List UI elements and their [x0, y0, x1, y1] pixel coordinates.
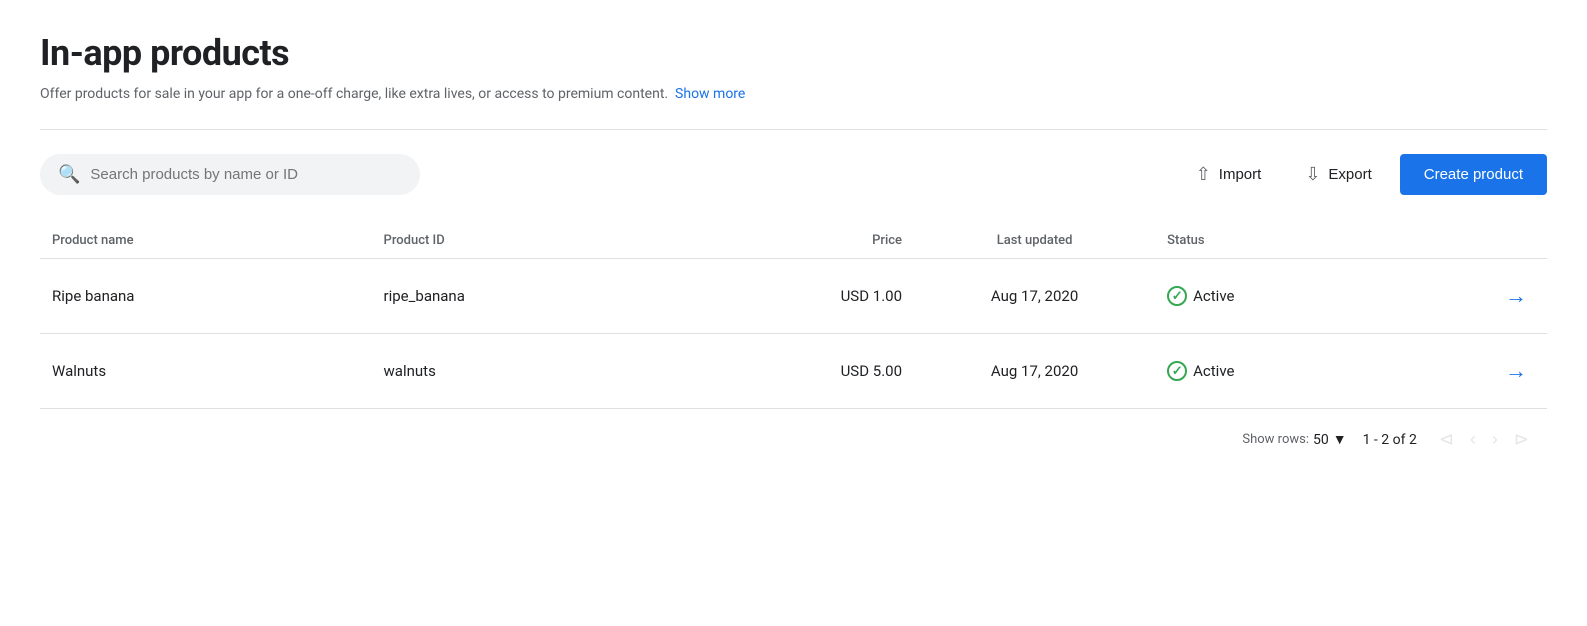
import-label: Import — [1219, 166, 1262, 183]
cell-price-0: USD 1.00 — [703, 259, 914, 334]
status-active-icon-0: ✓ — [1167, 286, 1187, 306]
cell-updated-1: Aug 17, 2020 — [914, 334, 1155, 409]
pagination-buttons: ⊲ ‹ › ⊳ — [1433, 425, 1535, 454]
rows-count: 50 — [1313, 432, 1329, 448]
cell-action-1: → — [1396, 334, 1547, 409]
cell-status-0: ✓ Active — [1155, 259, 1396, 334]
col-header-id: Product ID — [372, 223, 704, 259]
table-row: Ripe banana ripe_banana USD 1.00 Aug 17,… — [40, 259, 1547, 334]
status-label-1: Active — [1193, 362, 1234, 380]
pagination-info: 1 - 2 of 2 — [1363, 432, 1417, 448]
create-product-button[interactable]: Create product — [1400, 154, 1547, 195]
export-label: Export — [1328, 166, 1371, 183]
show-more-link[interactable]: Show more — [675, 86, 745, 102]
products-table: Product name Product ID Price Last updat… — [40, 223, 1547, 409]
toolbar: 🔍 ⇧ Import ⇩ Export Create product — [40, 154, 1547, 195]
next-page-button[interactable]: › — [1486, 425, 1504, 454]
import-button[interactable]: ⇧ Import — [1180, 154, 1278, 195]
cell-updated-0: Aug 17, 2020 — [914, 259, 1155, 334]
page-subtitle: Offer products for sale in your app for … — [40, 84, 1547, 105]
col-header-updated: Last updated — [914, 223, 1155, 259]
row-detail-button-1[interactable]: → — [1497, 354, 1535, 388]
export-icon: ⇩ — [1305, 164, 1320, 185]
search-icon: 🔍 — [58, 164, 80, 185]
cell-status-1: ✓ Active — [1155, 334, 1396, 409]
col-header-name: Product name — [40, 223, 372, 259]
subtitle-text: Offer products for sale in your app for … — [40, 86, 668, 102]
cell-price-1: USD 5.00 — [703, 334, 914, 409]
cell-action-0: → — [1396, 259, 1547, 334]
search-input[interactable] — [90, 166, 402, 183]
status-label-0: Active — [1193, 287, 1234, 305]
show-rows-section: Show rows: 50 ▼ — [1242, 431, 1346, 448]
col-header-action — [1396, 223, 1547, 259]
first-page-button[interactable]: ⊲ — [1433, 425, 1460, 454]
page-title: In-app products — [40, 32, 1547, 74]
show-rows-label: Show rows: — [1242, 432, 1309, 447]
col-header-price: Price — [703, 223, 914, 259]
prev-page-button[interactable]: ‹ — [1464, 425, 1482, 454]
cell-id-0: ripe_banana — [372, 259, 704, 334]
table-body: Ripe banana ripe_banana USD 1.00 Aug 17,… — [40, 259, 1547, 409]
table-row: Walnuts walnuts USD 5.00 Aug 17, 2020 ✓ … — [40, 334, 1547, 409]
last-page-button[interactable]: ⊳ — [1508, 425, 1535, 454]
table-header: Product name Product ID Price Last updat… — [40, 223, 1547, 259]
cell-id-1: walnuts — [372, 334, 704, 409]
status-active-icon-1: ✓ — [1167, 361, 1187, 381]
search-box: 🔍 — [40, 154, 420, 195]
import-icon: ⇧ — [1196, 164, 1211, 185]
chevron-down-icon: ▼ — [1333, 431, 1347, 448]
table-header-row: Product name Product ID Price Last updat… — [40, 223, 1547, 259]
table-footer: Show rows: 50 ▼ 1 - 2 of 2 ⊲ ‹ › ⊳ — [40, 409, 1547, 462]
header-divider — [40, 129, 1547, 130]
cell-name-1: Walnuts — [40, 334, 372, 409]
export-button[interactable]: ⇩ Export — [1289, 154, 1387, 195]
row-detail-button-0[interactable]: → — [1497, 279, 1535, 313]
rows-per-page-select[interactable]: 50 ▼ — [1313, 431, 1347, 448]
col-header-status: Status — [1155, 223, 1396, 259]
page-container: In-app products Offer products for sale … — [0, 0, 1587, 486]
cell-name-0: Ripe banana — [40, 259, 372, 334]
